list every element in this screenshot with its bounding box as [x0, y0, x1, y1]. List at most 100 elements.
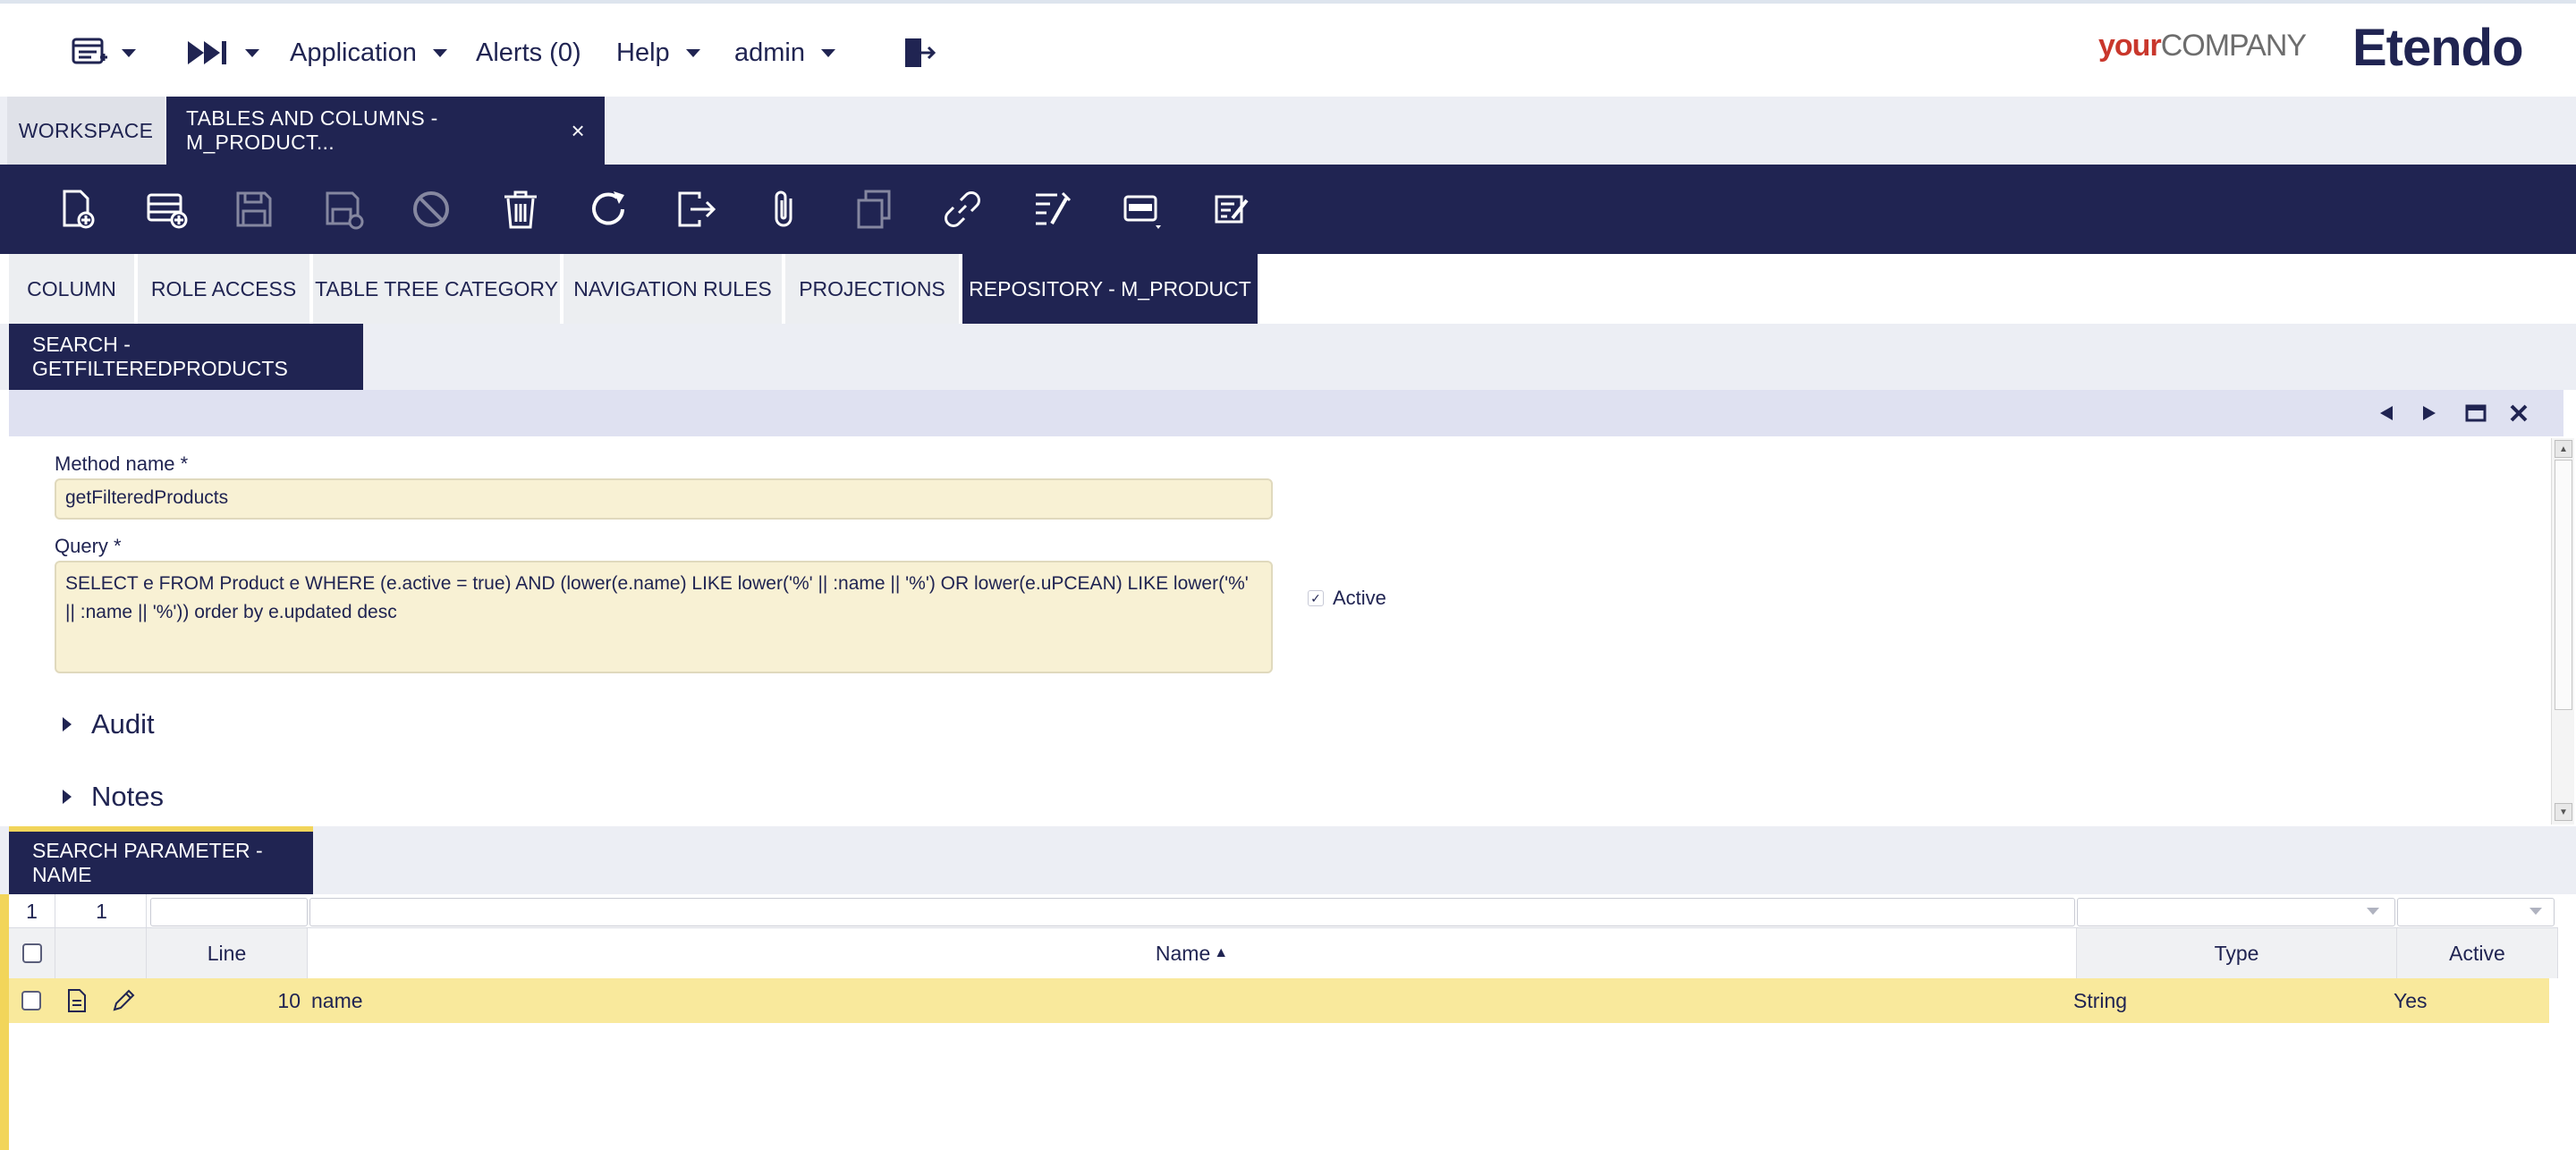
audit-section-label: Audit	[91, 708, 155, 740]
query-label: Query *	[55, 535, 122, 557]
maximize-button[interactable]	[2460, 397, 2492, 429]
type-filter-select[interactable]	[2077, 898, 2395, 926]
tab-workspace[interactable]: WORKSPACE	[7, 97, 165, 165]
new-row-icon	[147, 193, 188, 229]
line-column-header[interactable]: Line	[147, 928, 308, 978]
export-button[interactable]	[673, 186, 719, 233]
logout-icon	[905, 38, 936, 67]
close-icon	[2510, 404, 2528, 422]
triangle-right-icon	[63, 790, 72, 804]
actions-column-header	[55, 928, 147, 978]
save-close-button[interactable]	[320, 186, 367, 233]
name-filter-input[interactable]	[309, 898, 2075, 926]
name-column-header[interactable]: Name ▲	[308, 928, 2077, 978]
filter-count-b: 1	[57, 894, 147, 928]
save-icon	[236, 191, 272, 227]
query-textarea[interactable]: SELECT e FROM Product e WHERE (e.active …	[55, 561, 1273, 673]
top-navigation-bar: Application Alerts (0) Help admin yourCO…	[0, 0, 2576, 97]
audit-section-toggle[interactable]: Audit	[63, 708, 155, 740]
scroll-down-icon[interactable]: ▼	[2555, 803, 2572, 821]
chevron-down-icon	[432, 48, 447, 57]
row-form-view-button[interactable]	[66, 988, 88, 1013]
close-form-button[interactable]	[2503, 397, 2535, 429]
link-button[interactable]	[939, 186, 986, 233]
application-menu[interactable]: Application	[290, 30, 447, 75]
attach-icon	[775, 190, 792, 227]
method-name-field[interactable]: getFilteredProducts	[55, 478, 1273, 520]
refresh-button[interactable]	[585, 186, 631, 233]
fast-forward-icon	[188, 41, 226, 64]
main-window-tabs: WORKSPACE TABLES AND COLUMNS - M_PRODUCT…	[0, 97, 2576, 165]
user-menu-label: admin	[734, 38, 805, 67]
alerts-link[interactable]: Alerts (0)	[476, 30, 581, 75]
row-select-checkbox[interactable]	[21, 991, 41, 1010]
tab-repository-m-product[interactable]: REPOSITORY - M_PRODUCT	[962, 254, 1259, 324]
select-all-column	[9, 928, 55, 978]
company-logo: yourCOMPANY	[2098, 29, 2307, 63]
copy-record-icon	[857, 190, 891, 229]
form-scrollbar[interactable]: ▲ ▼	[2551, 438, 2574, 824]
triangle-right-icon	[2423, 406, 2436, 420]
tab-tables-and-columns-label: TABLES AND COLUMNS - M_PRODUCT...	[186, 106, 438, 154]
tab-column[interactable]: COLUMN	[9, 254, 136, 324]
notes-section-toggle[interactable]: Notes	[63, 781, 164, 813]
checkmark-icon: ✓	[1308, 590, 1324, 606]
row-edit-button[interactable]	[111, 988, 136, 1013]
param-section-header-bg	[0, 826, 2576, 894]
user-menu[interactable]: admin	[734, 30, 835, 75]
application-menu-label: Application	[290, 38, 417, 67]
close-icon[interactable]: ×	[572, 117, 585, 145]
audit-tools-button[interactable]	[1029, 186, 1075, 233]
etendo-logo: Etendo	[2352, 19, 2524, 77]
tab-tables-and-columns[interactable]: TABLES AND COLUMNS - M_PRODUCT... ×	[166, 97, 605, 165]
tab-projections[interactable]: PROJECTIONS	[785, 254, 961, 324]
attach-button[interactable]	[762, 186, 809, 233]
row-type-cell: String	[2073, 988, 2128, 1012]
scroll-thumb[interactable]	[2555, 460, 2572, 710]
search-section-title[interactable]: SEARCH - GETFILTEREDPRODUCTS	[9, 324, 363, 390]
new-document-button[interactable]	[54, 186, 100, 233]
scroll-up-icon[interactable]: ▲	[2555, 440, 2572, 458]
maximize-icon	[2465, 404, 2487, 422]
tab-table-tree-category[interactable]: TABLE TREE CATEGORY	[313, 254, 562, 324]
alerts-label: Alerts (0)	[476, 38, 581, 67]
document-icon	[68, 989, 86, 1012]
chevron-down-icon	[685, 48, 700, 57]
help-menu[interactable]: Help	[616, 30, 700, 75]
line-filter-input[interactable]	[150, 898, 308, 926]
active-column-header[interactable]: Active	[2397, 928, 2558, 978]
pencil-icon	[113, 989, 135, 1011]
select-all-checkbox[interactable]	[21, 943, 42, 963]
child-tabs: COLUMN ROLE ACCESS TABLE TREE CATEGORY N…	[0, 254, 2576, 324]
new-row-button[interactable]	[143, 186, 190, 233]
chevron-down-icon	[2367, 908, 2379, 915]
row-line-cell: 10	[277, 988, 301, 1012]
save-button[interactable]	[231, 186, 277, 233]
triangle-left-icon	[2380, 406, 2393, 420]
type-column-header[interactable]: Type	[2077, 928, 2397, 978]
previous-record-button[interactable]	[2370, 397, 2402, 429]
workspace-menu-button[interactable]	[72, 30, 136, 75]
delete-icon	[504, 190, 537, 229]
param-section-title[interactable]: SEARCH PARAMETER - NAME	[9, 832, 313, 894]
chevron-down-icon	[821, 48, 835, 57]
delete-button[interactable]	[497, 186, 544, 233]
audit-tools-icon	[1036, 191, 1072, 225]
copy-record-button[interactable]	[852, 186, 898, 233]
method-name-label: Method name *	[55, 452, 189, 475]
notes-button[interactable]	[1208, 186, 1254, 233]
chevron-down-icon	[2529, 908, 2542, 915]
logout-button[interactable]	[902, 30, 936, 75]
chevron-down-icon	[245, 48, 259, 57]
name-column-label: Name	[1155, 941, 1211, 965]
recent-views-button[interactable]	[186, 30, 259, 75]
tab-navigation-rules[interactable]: NAVIGATION RULES	[564, 254, 784, 324]
table-row[interactable]: 10 name String Yes	[9, 978, 2549, 1023]
tab-role-access[interactable]: ROLE ACCESS	[138, 254, 311, 324]
next-record-button[interactable]	[2413, 397, 2445, 429]
active-checkbox[interactable]: ✓ Active	[1308, 587, 1386, 610]
active-checkbox-label: Active	[1333, 587, 1386, 609]
grid-toggle-button[interactable]	[1118, 186, 1165, 233]
new-document-icon	[63, 190, 95, 229]
cancel-button[interactable]	[408, 186, 454, 233]
